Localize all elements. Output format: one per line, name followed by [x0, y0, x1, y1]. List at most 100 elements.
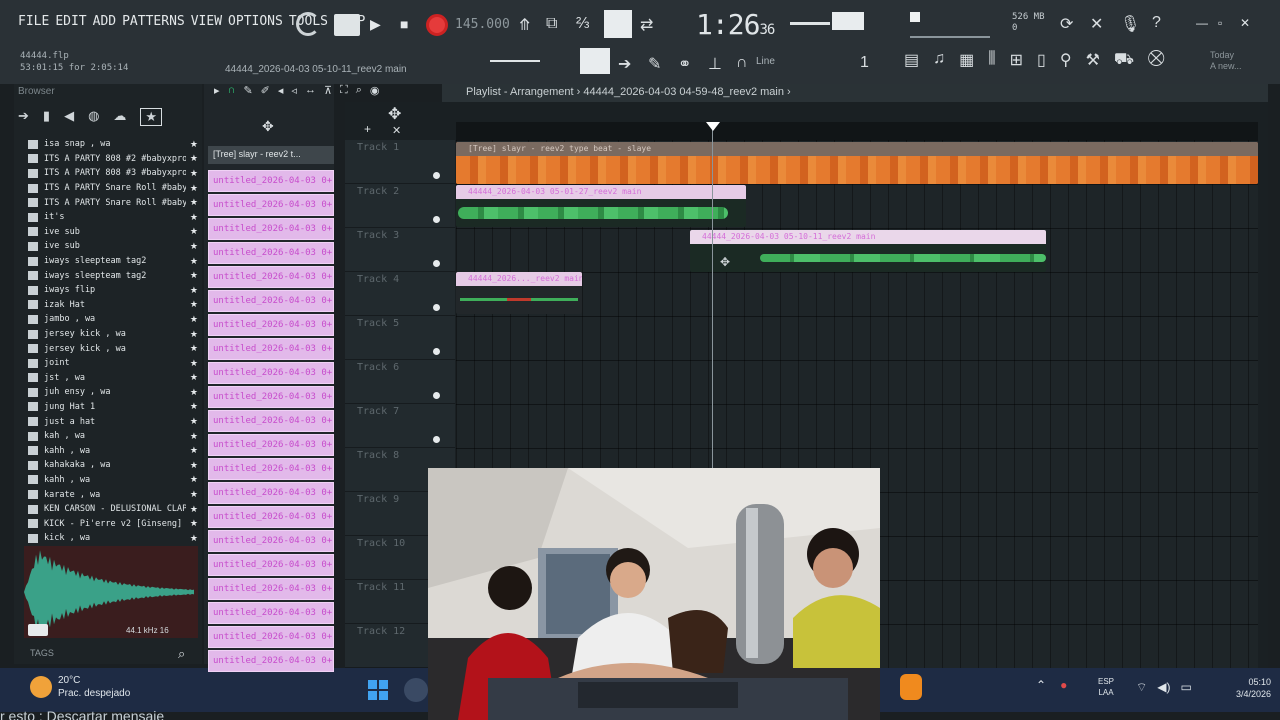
file-icon[interactable]: ▯ — [1037, 50, 1046, 70]
pencil-icon[interactable]: ✎ — [648, 54, 661, 74]
pattern-item[interactable]: untitled_2026-04-03 0+ — [208, 578, 334, 600]
browser-item[interactable]: KEN CARSON - DELUSIONAL CLAP ★ — [28, 502, 198, 517]
browser-item[interactable]: iways sleepteam tag2 ★ — [28, 268, 198, 283]
browser-item[interactable]: kick , wa ★ — [28, 531, 198, 546]
browser-item[interactable]: just a hat ★ — [28, 414, 198, 429]
track-header[interactable]: Track 2 — [345, 184, 455, 228]
stop-button[interactable]: ■ — [400, 16, 408, 32]
browser-item[interactable]: isa snap , wa ★ — [28, 137, 198, 152]
search-taskbar-icon[interactable] — [404, 678, 428, 702]
timeline-ruler[interactable] — [456, 122, 1258, 140]
browser-item[interactable]: izak Hat ★ — [28, 298, 198, 313]
pattern-item[interactable]: untitled_2026-04-03 0+ — [208, 482, 334, 504]
pattern-item[interactable]: untitled_2026-04-03 0+ — [208, 530, 334, 552]
playlist-title[interactable]: Playlist - Arrangement › 44444_2026-04-0… — [442, 84, 1268, 102]
browser-item[interactable]: ITS A PARTY 808 #3 #babyxprod ★ — [28, 166, 198, 181]
typing-keyboard-icon[interactable] — [604, 10, 632, 38]
browser-item[interactable]: ITS A PARTY 808 #2 #babyxprod ★ — [28, 152, 198, 167]
browser-item[interactable]: jambo , wa ★ — [28, 312, 198, 327]
pattern-item[interactable]: untitled_2026-04-03 0+ — [208, 362, 334, 384]
snap-selector[interactable]: Line — [756, 56, 775, 67]
song-mode-icon[interactable] — [334, 14, 360, 36]
zoom-move-icon[interactable]: ✥ — [388, 104, 401, 124]
favorite-star-icon[interactable]: ★ — [186, 183, 198, 194]
pattern-item[interactable]: untitled_2026-04-03 0+ — [208, 338, 334, 360]
x-icon[interactable]: ✕ — [1090, 14, 1103, 34]
pattern-header[interactable]: [Tree] slayr - reev2 t... — [208, 146, 334, 164]
tray-mic-icon[interactable]: ● — [1060, 678, 1067, 692]
pattern-item[interactable]: untitled_2026-04-03 0+ — [208, 410, 334, 432]
wifi-icon[interactable]: ⌔ — [1136, 680, 1147, 695]
pattern-item[interactable]: untitled_2026-04-03 0+ — [208, 170, 334, 192]
pattern-item[interactable]: untitled_2026-04-03 0+ — [208, 650, 334, 672]
help-icon[interactable]: ? — [1152, 14, 1161, 32]
sample-preview[interactable] — [24, 546, 198, 638]
audio-clip[interactable]: [Tree] slayr - reev2 type beat - slaye — [456, 142, 1258, 184]
favorite-star-icon[interactable]: ★ — [186, 474, 198, 485]
menu-file[interactable]: FILE — [18, 14, 49, 29]
favorite-star-icon[interactable]: ★ — [186, 139, 198, 150]
volume-icon[interactable]: ◀) — [1157, 680, 1170, 695]
back-icon[interactable]: ◀ — [64, 108, 74, 126]
favorite-star-icon[interactable]: ★ — [186, 285, 198, 296]
pattern-item[interactable]: untitled_2026-04-03 0+ — [208, 266, 334, 288]
browser-item[interactable]: ITS A PARTY Snare Roll #babyxprod★ — [28, 195, 198, 210]
paint-tool-icon[interactable]: ✐ — [261, 84, 270, 97]
pattern-item[interactable]: untitled_2026-04-03 0+ — [208, 434, 334, 456]
audio-clip[interactable]: 44444_2026-04-03 05-01-27_reev2 main — [456, 185, 746, 227]
favorite-star-icon[interactable]: ★ — [186, 329, 198, 340]
remove-track-icon[interactable]: ✕ — [392, 124, 401, 137]
link-icon[interactable]: ⚭ — [678, 54, 691, 74]
favorite-star-icon[interactable]: ★ — [186, 197, 198, 208]
delete-tool-icon[interactable]: ◂ — [278, 84, 284, 97]
favorite-star-icon[interactable]: ★ — [186, 270, 198, 281]
pattern-item[interactable]: untitled_2026-04-03 0+ — [208, 458, 334, 480]
tools-icon[interactable]: ⚒ — [1086, 50, 1100, 70]
playhead-marker[interactable] — [706, 122, 720, 131]
battery-icon[interactable]: ▭ — [1181, 680, 1192, 695]
browser-item[interactable]: iways sleepteam tag2 ★ — [28, 254, 198, 269]
browser-item[interactable]: juh ensy , wa ★ — [28, 385, 198, 400]
browser-icon[interactable]: ⊞ — [1010, 50, 1023, 70]
arrow-right-icon[interactable]: ➔ — [618, 54, 631, 74]
zoom-tool-icon[interactable]: ⌕ — [356, 84, 362, 97]
track-enable-dot[interactable] — [433, 304, 440, 311]
favorite-star-icon[interactable]: ★ — [186, 343, 198, 354]
overlay-message[interactable]: r esto : Descartar mensaje — [0, 708, 164, 720]
news-panel[interactable]: Today A new... — [1210, 50, 1242, 72]
fl-studio-taskbar-icon[interactable] — [900, 674, 922, 700]
favorite-star-icon[interactable]: ★ — [186, 372, 198, 383]
pattern-item[interactable]: untitled_2026-04-03 0+ — [208, 386, 334, 408]
browser-item[interactable]: jersey kick , wa ★ — [28, 327, 198, 342]
browser-item[interactable]: kahakaka , wa ★ — [28, 458, 198, 473]
channel-rack-icon[interactable]: ▦ — [959, 50, 974, 70]
track-header[interactable]: Track 1 — [345, 140, 455, 184]
browser-item[interactable]: ive sub ★ — [28, 239, 198, 254]
favorites-star-icon[interactable]: ★ — [140, 108, 163, 126]
favorite-star-icon[interactable]: ★ — [186, 226, 198, 237]
browser-item[interactable]: karate , wa ★ — [28, 487, 198, 502]
cart-icon[interactable]: ⛒ — [1148, 50, 1164, 70]
browser-item[interactable]: jung Hat 1 ★ — [28, 400, 198, 415]
track-header[interactable]: Track 5 — [345, 316, 455, 360]
pattern-item[interactable]: untitled_2026-04-03 0+ — [208, 194, 334, 216]
favorite-star-icon[interactable]: ★ — [186, 241, 198, 252]
pattern-item[interactable]: untitled_2026-04-03 0+ — [208, 506, 334, 528]
favorite-star-icon[interactable]: ★ — [186, 445, 198, 456]
step-counter[interactable]: 1 — [860, 54, 869, 72]
track-enable-dot[interactable] — [433, 392, 440, 399]
draw-tool-icon[interactable]: ✎ — [243, 84, 252, 97]
countdown-icon[interactable]: ⅔ — [576, 15, 589, 33]
close-icon[interactable]: ✕ — [1240, 16, 1250, 30]
favorite-star-icon[interactable]: ★ — [186, 489, 198, 500]
favorite-star-icon[interactable]: ★ — [186, 168, 198, 179]
favorite-star-icon[interactable]: ★ — [186, 431, 198, 442]
favorite-star-icon[interactable]: ★ — [186, 387, 198, 398]
track-header[interactable]: Track 7 — [345, 404, 455, 448]
favorite-star-icon[interactable]: ★ — [186, 299, 198, 310]
playlist-icon[interactable]: ▤ — [904, 50, 919, 70]
master-pitch-slider[interactable] — [790, 22, 830, 25]
add-track-icon[interactable]: + — [364, 122, 371, 136]
favorite-star-icon[interactable]: ★ — [186, 358, 198, 369]
play-button[interactable]: ▶ — [370, 16, 381, 33]
